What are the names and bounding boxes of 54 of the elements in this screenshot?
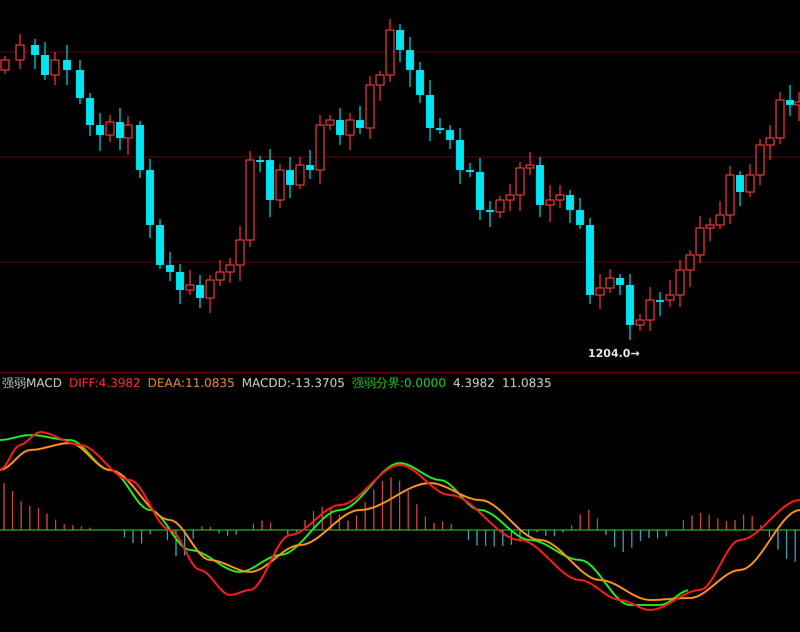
candlestick: [86, 92, 94, 136]
indicator-value: 强弱分界:0.0000: [352, 374, 446, 392]
indicator-value: 11.0835: [502, 376, 552, 390]
candlestick: [276, 164, 284, 208]
candlestick: [106, 114, 114, 142]
candlestick: [176, 264, 184, 304]
candlestick: [41, 42, 49, 80]
candlestick: [656, 292, 664, 316]
candlestick: [756, 138, 764, 186]
candlestick: [296, 156, 304, 190]
indicator-value: DEAA:11.0835: [148, 376, 235, 390]
candlestick: [286, 156, 294, 198]
candlestick: [356, 106, 364, 134]
indicator-value: DIFF:4.3982: [68, 376, 141, 390]
candlestick: [426, 80, 434, 142]
candlestick: [336, 108, 344, 146]
candlestick: [76, 60, 84, 104]
candlestick: [456, 128, 464, 184]
candlestick: [476, 158, 484, 220]
price-label: 1204.0→: [588, 347, 640, 360]
candlestick: [136, 120, 144, 178]
candlestick: [486, 200, 494, 228]
candlestick: [566, 190, 574, 224]
candlestick: [436, 118, 444, 134]
candlestick: [346, 112, 354, 150]
candlestick: [496, 196, 504, 218]
candlestick: [466, 162, 474, 178]
candlestick: [96, 112, 104, 152]
candlestick: [166, 252, 174, 282]
candlestick: [576, 198, 584, 230]
candlestick: [306, 150, 314, 180]
candlestick: [196, 274, 204, 308]
indicator-value: 4.3982: [452, 376, 495, 390]
candlestick: [156, 218, 164, 270]
candlestick: [686, 250, 694, 288]
candlestick: [446, 124, 454, 150]
candlestick: [266, 148, 274, 218]
candlestick: [626, 274, 634, 340]
candlestick: [616, 274, 624, 296]
candlestick: [186, 270, 194, 296]
candlestick: [50, 52, 60, 86]
candlestick: [31, 38, 39, 70]
candlestick: [406, 36, 414, 88]
candlestick: [63, 44, 71, 86]
candlestick: [416, 62, 424, 104]
indicator-name: 强弱MACD: [2, 374, 62, 392]
indicator-value: MACDD:-13.3705: [242, 376, 345, 390]
candlestick: [124, 116, 132, 156]
candlestick: [256, 156, 264, 172]
candlestick: [746, 164, 754, 198]
candlestick: [536, 156, 544, 218]
candlestick: [16, 34, 24, 70]
candlestick: [736, 170, 744, 206]
candlestick: [396, 24, 404, 62]
